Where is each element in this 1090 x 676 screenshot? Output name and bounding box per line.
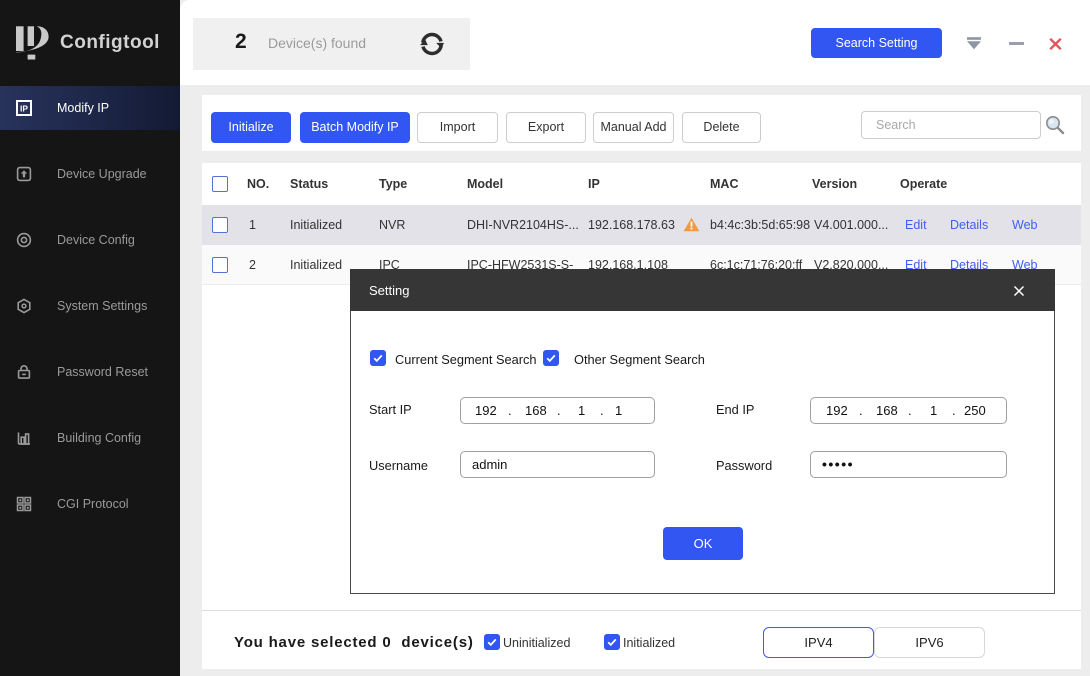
svg-text:IP: IP <box>20 103 28 113</box>
